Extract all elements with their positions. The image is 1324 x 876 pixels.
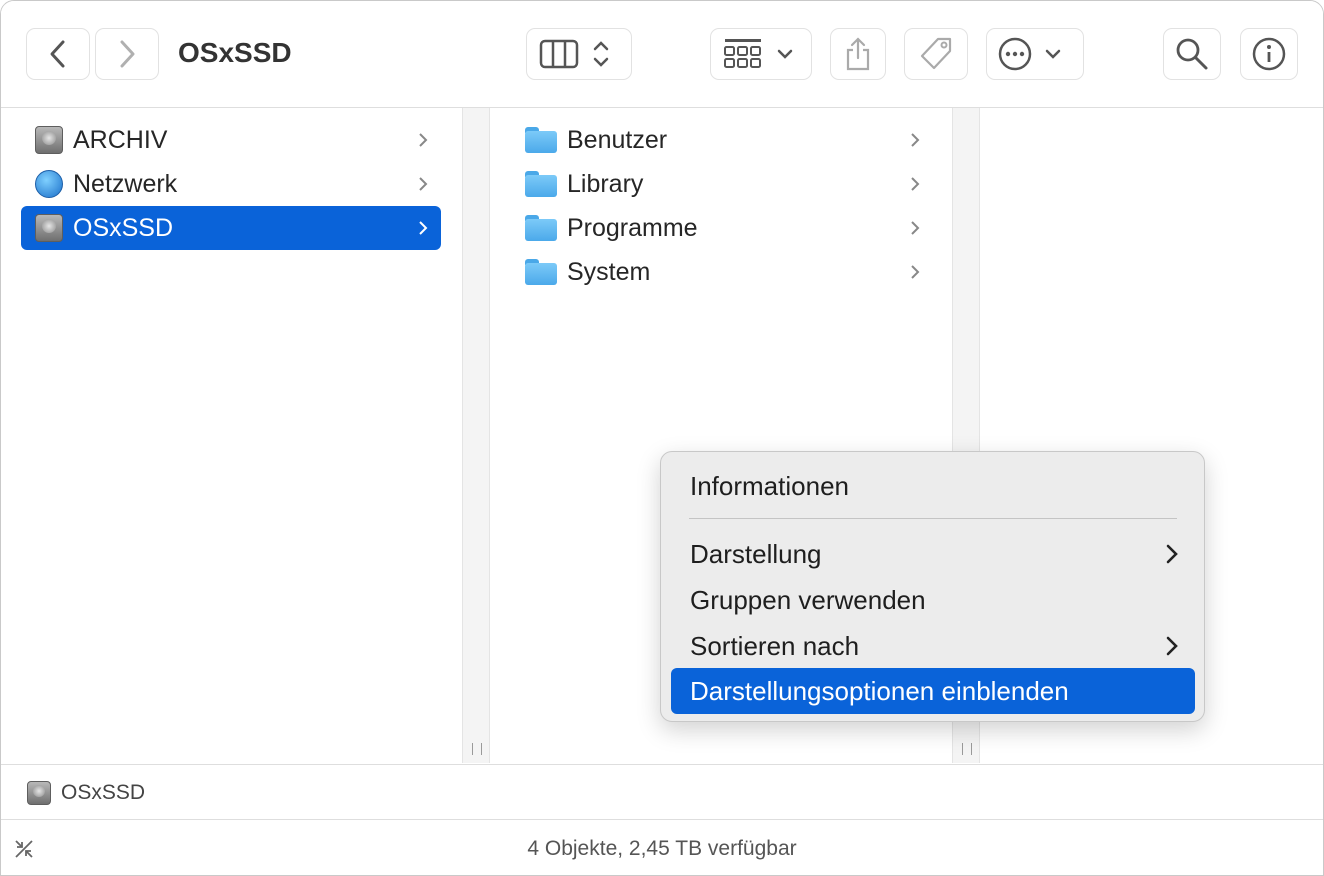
sidebar-item-osxssd[interactable]: OSxSSD [21, 206, 441, 250]
menu-item-darstellung[interactable]: Darstellung [671, 531, 1195, 577]
submenu-chevron-icon [1166, 636, 1178, 656]
share-icon [846, 37, 870, 71]
info-button[interactable] [1240, 28, 1298, 80]
globe-icon [35, 170, 63, 198]
menu-item-label: Informationen [690, 470, 849, 501]
chevron-right-icon [419, 221, 428, 235]
disk-icon [27, 780, 51, 805]
grip-icon [472, 743, 482, 755]
window-title: OSxSSD [178, 37, 292, 68]
list-item-label: System [567, 257, 651, 286]
list-item-programme[interactable]: Programme [513, 206, 933, 250]
submenu-chevron-icon [1166, 544, 1178, 564]
share-button[interactable] [830, 28, 886, 80]
ellipsis-circle-icon [998, 37, 1061, 71]
disk-icon [35, 214, 63, 242]
tag-button[interactable] [904, 28, 968, 80]
search-icon [1176, 38, 1208, 70]
tag-icon [920, 37, 952, 70]
list-item-benutzer[interactable]: Benutzer [513, 118, 933, 162]
toolbar: OSxSSD [1, 1, 1323, 108]
menu-item-informationen[interactable]: Informationen [671, 463, 1195, 509]
search-button[interactable] [1163, 28, 1221, 80]
back-button[interactable] [26, 28, 90, 80]
menu-item-label: Sortieren nach [690, 630, 860, 661]
list-item-library[interactable]: Library [513, 162, 933, 206]
chevron-right-icon [419, 177, 428, 191]
chevron-right-icon [419, 133, 428, 147]
chevron-right-icon [911, 265, 920, 279]
folder-library-icon [525, 171, 557, 197]
menu-item-gruppen-verwenden[interactable]: Gruppen verwenden [671, 577, 1195, 623]
list-item-system[interactable]: System [513, 250, 933, 294]
path-bar-item[interactable]: OSxSSD [61, 781, 145, 805]
column-volumes: ARCHIV Netzwerk OSxSSD [1, 108, 461, 763]
sidebar-item-label: OSxSSD [73, 213, 174, 242]
disk-icon [35, 126, 63, 154]
menu-item-label: Gruppen verwenden [690, 584, 926, 615]
context-menu: Informationen Darstellung Gruppen verwen… [660, 451, 1205, 722]
menu-item-sortieren-nach[interactable]: Sortieren nach [671, 623, 1195, 669]
column-view-icon [539, 39, 609, 69]
folder-macos-icon [525, 259, 557, 285]
group-button[interactable] [710, 28, 812, 80]
list-item-label: Benutzer [567, 125, 668, 154]
sidebar-item-label: ARCHIV [73, 125, 168, 154]
sidebar-item-netzwerk[interactable]: Netzwerk [21, 162, 441, 206]
column-resize-handle[interactable] [462, 108, 490, 763]
folder-apps-icon [525, 215, 557, 241]
chevron-right-icon [911, 133, 920, 147]
grip-icon [962, 743, 972, 755]
chevron-right-icon [911, 221, 920, 235]
grid-group-icon [724, 39, 793, 68]
chevron-left-icon [50, 40, 65, 68]
path-bar: OSxSSD [1, 764, 1323, 820]
view-mode-button[interactable] [526, 28, 632, 80]
sidebar-item-archiv[interactable]: ARCHIV [21, 118, 441, 162]
menu-item-label: Darstellungsoptionen einblenden [690, 675, 1069, 706]
menu-item-darstellungsoptionen-einblenden[interactable]: Darstellungsoptionen einblenden [671, 668, 1195, 714]
status-text: 4 Objekte, 2,45 TB verfügbar [527, 837, 797, 860]
finder-window: OSxSSD ARCHIV Netzwerk OSxSSD Benutzer L… [0, 0, 1324, 876]
action-button[interactable] [986, 28, 1084, 80]
forward-button[interactable] [95, 28, 159, 80]
chevron-right-icon [120, 40, 135, 68]
menu-separator [689, 518, 1177, 519]
menu-item-label: Darstellung [690, 538, 822, 569]
sidebar-item-label: Netzwerk [73, 169, 178, 198]
list-item-label: Programme [567, 213, 698, 242]
status-bar: 4 Objekte, 2,45 TB verfügbar [1, 819, 1323, 875]
chevron-right-icon [911, 177, 920, 191]
folder-users-icon [525, 127, 557, 153]
info-icon [1252, 37, 1286, 71]
list-item-label: Library [567, 169, 644, 198]
